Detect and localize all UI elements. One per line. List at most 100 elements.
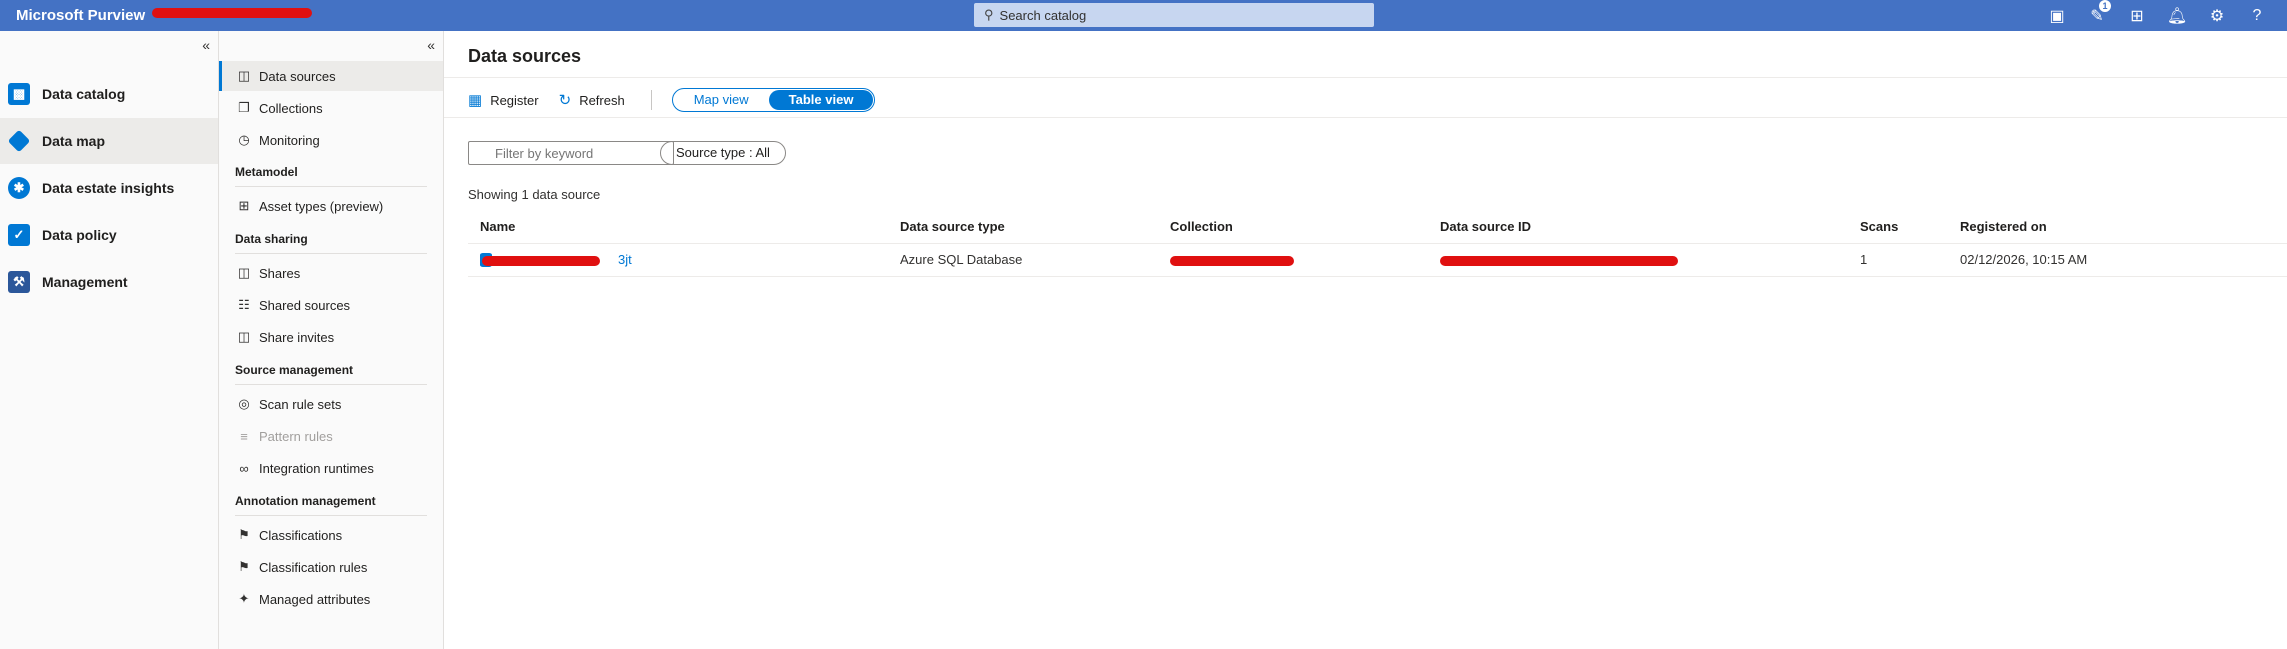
refresh-button[interactable]: ↻ Refresh (559, 91, 625, 109)
column-header-registered[interactable]: Registered on (1960, 211, 2047, 243)
nav-item-label: Share invites (259, 329, 335, 345)
toolbar-divider (650, 90, 652, 110)
collapse-nav-icon[interactable]: « (427, 37, 435, 53)
result-count: Showing 1 data source (468, 187, 601, 202)
directory-switch-icon[interactable]: ⊞ (2117, 6, 2157, 26)
policy-icon: ✓ (8, 224, 30, 246)
nav-item-label: Data sources (259, 68, 336, 84)
collections-icon: ❐ (238, 100, 250, 115)
map-view-option[interactable]: Map view (674, 90, 769, 110)
rail-item-management[interactable]: ⚒ Management (0, 259, 218, 305)
nav-item-classification-rules[interactable]: ⚑ Classification rules (219, 552, 443, 582)
shares-icon: ◫ (237, 265, 251, 280)
nav-item-label: Monitoring (259, 132, 320, 148)
data-map-nav: « ◫ Data sources ❐ Collections ◷ Monitor… (219, 31, 444, 649)
search-icon: ⚲ (984, 7, 994, 22)
brand-title[interactable]: Microsoft Purview (16, 7, 145, 24)
rail-item-data-policy[interactable]: ✓ Data policy (0, 212, 218, 258)
announcements-icon[interactable]: ✎ 1 (2077, 0, 2117, 26)
nav-item-label: Scan rule sets (259, 396, 342, 412)
nav-item-label: Integration runtimes (259, 460, 374, 476)
section-heading-data-sharing: Data sharing (235, 225, 427, 254)
nav-item-share-invites[interactable]: ◫ Share invites (219, 322, 443, 352)
nav-item-classifications[interactable]: ⚑ Classifications (219, 520, 443, 550)
runtime-icon: ∞ (239, 460, 249, 476)
source-type-filter[interactable]: Source type : All (660, 141, 786, 165)
nav-item-label: Collections (259, 100, 323, 116)
toolbar-divider-line (444, 117, 2287, 118)
nav-item-collections[interactable]: ❐ Collections (219, 93, 443, 123)
rail-item-data-map[interactable]: Data map (0, 118, 218, 164)
table-view-option[interactable]: Table view (768, 90, 874, 110)
data-map-icon (7, 129, 31, 153)
search-placeholder: Search catalog (999, 7, 1087, 23)
title-divider (444, 77, 2287, 78)
pattern-rules-icon: ≡ (240, 428, 248, 444)
redacted-collection (1170, 256, 1294, 266)
nav-item-label: Classification rules (259, 559, 368, 575)
nav-item-asset-types[interactable]: ⊞ Asset types (preview) (219, 191, 443, 221)
asset-types-icon: ⊞ (238, 198, 250, 213)
nav-item-label: Pattern rules (259, 428, 333, 444)
nav-item-label: Classifications (259, 527, 343, 543)
table-header: Name Data source type Collection Data so… (468, 211, 2287, 243)
attributes-icon: ✦ (238, 591, 250, 606)
collapse-rail-icon[interactable]: « (202, 37, 210, 53)
data-catalog-icon: ▩ (8, 83, 30, 105)
gauge-icon: ◷ (238, 132, 250, 147)
table-row[interactable]: 3jt Azure SQL Database 1 02/12/2026, 10:… (468, 243, 2287, 277)
nav-item-scan-rule-sets[interactable]: ◎ Scan rule sets (219, 389, 443, 419)
nav-item-data-sources[interactable]: ◫ Data sources (219, 61, 443, 91)
redacted-data-source-id (1440, 256, 1678, 266)
nav-item-managed-attributes[interactable]: ✦ Managed attributes (219, 584, 443, 614)
column-header-id[interactable]: Data source ID (1440, 211, 1531, 243)
top-bar: Microsoft Purview ⚲ Search catalog ▣ ✎ 1 … (0, 0, 2287, 31)
rail-item-data-estate-insights[interactable]: ✱ Data estate insights (0, 165, 218, 211)
scans-cell: 1 (1860, 252, 1868, 267)
column-header-collection[interactable]: Collection (1170, 211, 1233, 243)
redacted-name (482, 256, 600, 266)
rail-item-label: Data map (42, 133, 106, 149)
column-header-scans[interactable]: Scans (1860, 211, 1898, 243)
rail-item-label: Data catalog (42, 86, 126, 102)
register-button[interactable]: ▦ Register (468, 91, 539, 109)
nav-item-label: Asset types (preview) (259, 198, 384, 214)
shared-sources-icon: ☷ (238, 297, 250, 312)
top-icon-bar: ▣ ✎ 1 ⊞ 🔔︎ ⚙ ? (2037, 0, 2277, 31)
gear-icon[interactable]: ⚙ (2197, 6, 2237, 26)
nav-item-label: Shared sources (259, 297, 351, 313)
classification-rules-icon: ⚑ (238, 559, 250, 574)
refresh-label: Refresh (579, 92, 625, 108)
invite-icon: ◫ (237, 329, 251, 344)
column-header-name[interactable]: Name (480, 211, 515, 243)
view-toggle: Map view Table view (671, 88, 876, 112)
data-source-type-cell: Azure SQL Database (900, 252, 1023, 267)
nav-item-label: Managed attributes (259, 591, 371, 607)
rail-item-label: Management (42, 274, 128, 290)
nav-item-shared-sources[interactable]: ☷ Shared sources (219, 290, 443, 320)
data-sources-icon: ◫ (237, 68, 251, 83)
nav-item-monitoring[interactable]: ◷ Monitoring (219, 125, 443, 155)
help-icon[interactable]: ? (2237, 7, 2277, 25)
refresh-icon: ↻ (558, 92, 572, 109)
nav-item-shares[interactable]: ◫ Shares (219, 258, 443, 288)
filter-keyword-input[interactable] (468, 141, 674, 165)
search-catalog-box[interactable]: ⚲ Search catalog (974, 3, 1374, 27)
page-title: Data sources (468, 46, 582, 66)
section-heading-metamodel: Metamodel (235, 158, 427, 187)
nav-item-integration-runtimes[interactable]: ∞ Integration runtimes (219, 453, 443, 483)
registered-on-cell: 02/12/2026, 10:15 AM (1960, 252, 2088, 267)
register-label: Register (490, 92, 539, 108)
left-rail: « ▩ Data catalog Data map ✱ Data estate … (0, 31, 219, 649)
toolbar: ▦ Register ↻ Refresh Map view Table view (468, 86, 876, 114)
column-header-type[interactable]: Data source type (900, 211, 1005, 243)
classifications-icon: ⚑ (238, 527, 250, 542)
notification-badge: 1 (2099, 0, 2111, 12)
rail-item-data-catalog[interactable]: ▩ Data catalog (0, 71, 218, 117)
nav-item-label: Shares (259, 265, 301, 281)
bell-icon[interactable]: 🔔︎ (2157, 6, 2197, 26)
rail-item-label: Data estate insights (42, 180, 175, 196)
nav-item-pattern-rules[interactable]: ≡ Pattern rules (219, 421, 443, 451)
teams-icon[interactable]: ▣ (2037, 6, 2077, 26)
grid-icon: ▦ (468, 92, 483, 109)
